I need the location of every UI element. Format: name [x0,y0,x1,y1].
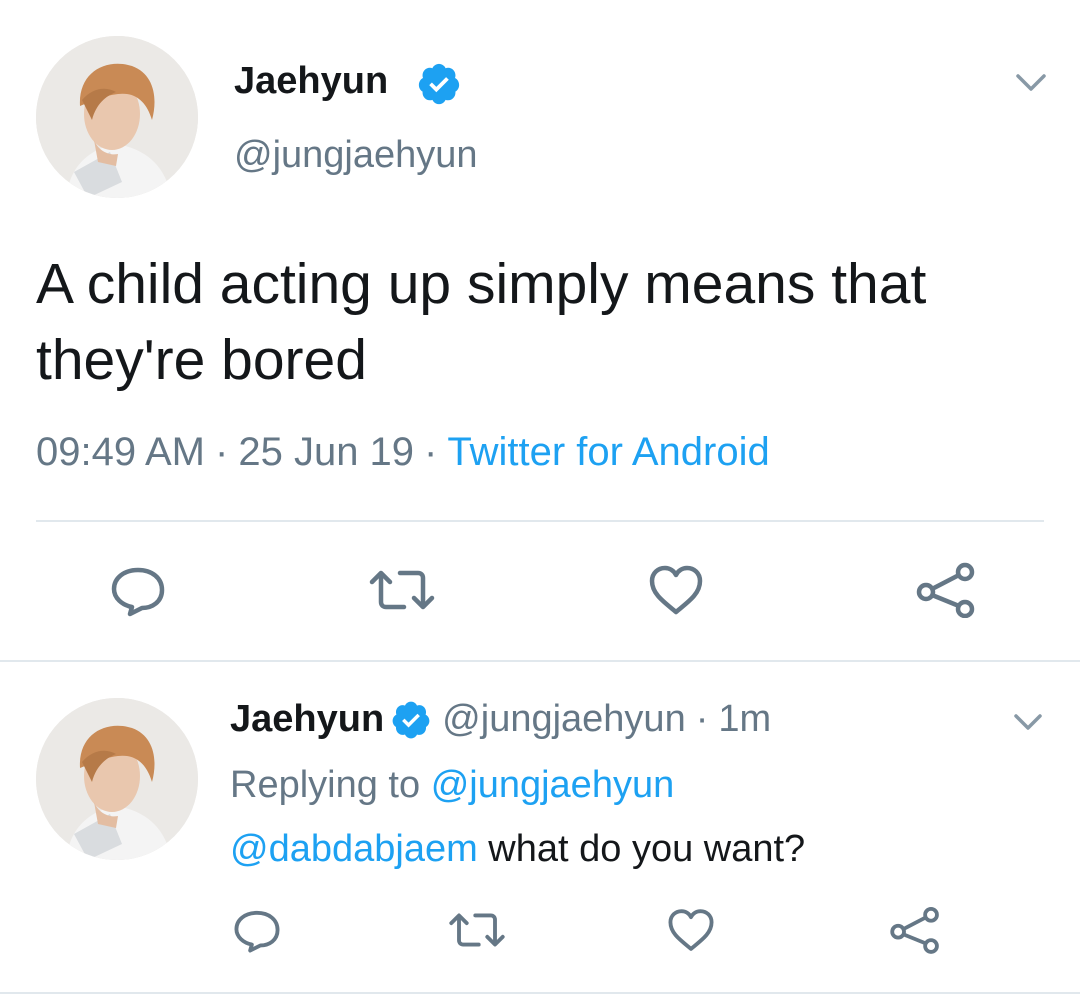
tweet-time[interactable]: 09:49 AM [36,430,205,474]
chevron-down-icon[interactable] [1008,706,1048,738]
tweet-source-link[interactable]: Twitter for Android [447,430,769,474]
heart-icon [668,909,714,951]
reply-tweet-avatar[interactable] [36,698,198,860]
mention-link[interactable]: @dabdabjaem [230,828,478,870]
reply-button[interactable] [98,558,178,622]
divider [36,520,1044,522]
retweet-button[interactable] [442,902,512,958]
reply-tweet-time[interactable]: 1m [718,698,771,741]
reply-tweet-handle[interactable]: @jungjaehyun [442,698,686,741]
verified-badge-icon [390,699,432,741]
share-button[interactable] [906,558,986,622]
meta-separator: · [215,430,229,474]
tweet-date[interactable]: 25 Jun 19 [238,430,414,474]
replying-to-label: Replying to [230,764,421,806]
like-button[interactable] [636,558,716,622]
replying-to-handle-link[interactable]: @jungjaehyun [431,764,675,806]
share-icon [916,562,975,618]
retweet-button[interactable] [362,558,442,622]
divider [0,660,1080,662]
reply-button[interactable] [222,902,292,958]
reply-tweet-text: @dabdabjaem what do you want? [230,828,805,871]
profile-photo [36,36,198,198]
main-tweet-display-name[interactable]: Jaehyun [234,60,388,103]
chevron-down-icon[interactable] [1010,64,1052,100]
meta-separator: · [424,430,438,474]
retweet-icon [449,913,505,947]
main-tweet-handle[interactable]: @jungjaehyun [234,134,478,177]
reply-tweet-header: Jaehyun @jungjaehyun · 1m [230,698,771,741]
share-button[interactable] [880,902,950,958]
verified-badge-icon [416,61,462,107]
reply-tweet-body: what do you want? [477,828,806,870]
speech-bubble-icon [111,567,165,617]
reply-tweet-display-name[interactable]: Jaehyun [230,698,384,741]
meta-separator: · [695,698,709,740]
profile-photo [36,698,198,860]
heart-icon [649,565,703,615]
like-button[interactable] [656,902,726,958]
replying-to-line: Replying to @jungjaehyun [230,764,674,807]
main-tweet-avatar[interactable] [36,36,198,198]
main-tweet-text: A child acting up simply means that they… [36,252,927,392]
tweet-metadata: 09:49 AM · 25 Jun 19 · Twitter for Android [36,430,770,475]
divider [0,992,1080,994]
share-icon [890,907,939,954]
retweet-icon [369,570,435,610]
speech-bubble-icon [234,910,280,953]
